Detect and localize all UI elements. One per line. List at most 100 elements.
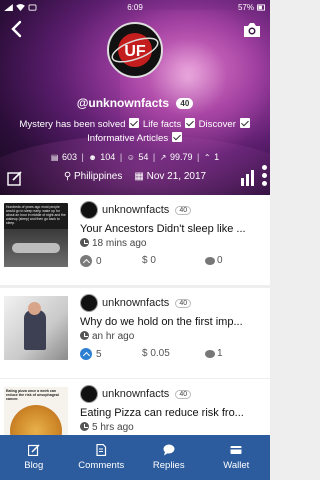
profile-username-row: @unknownfacts 40 (0, 96, 270, 110)
upvote-button[interactable]: 0 (80, 255, 102, 267)
joined-row: ▦ Nov 21, 2017 (134, 171, 206, 182)
post-author-name: unknownfacts (102, 388, 170, 400)
bio-text-1: Mystery has been solved (19, 119, 126, 130)
status-bar: 6:09 57% (0, 0, 270, 14)
checkbox-icon (171, 131, 182, 142)
stat-votes: 1 (214, 152, 220, 162)
man-figure (24, 310, 46, 350)
posts-icon: ▤ (50, 153, 59, 162)
battery-level: 57% (237, 2, 254, 12)
bio-text-4: Informative Articles (87, 132, 169, 144)
stats-chart-button[interactable] (240, 170, 256, 186)
trend-icon: ↗ (159, 153, 167, 162)
pizza-image (10, 405, 62, 435)
stat-posts[interactable]: 603 (62, 152, 77, 162)
stat-followers[interactable]: 54 (138, 152, 148, 162)
following-icon: ☻ (88, 153, 97, 162)
camera-icon (244, 23, 260, 37)
post-author-name: unknownfacts (102, 297, 170, 309)
post-author[interactable]: unknownfacts 40 (102, 204, 192, 216)
thumbnail-caption: Eating pizza once a week can reduce the … (6, 389, 59, 402)
followers-icon: ☺ (126, 153, 135, 162)
location-pin-icon: ⚲ (63, 171, 72, 182)
profile-stats: ▤ 603 | ☻ 104 | ☺ 54 | ↗ 99.79 | ⌃ 1 (50, 152, 220, 162)
uf-logo-icon: UF (111, 33, 159, 67)
clock-icon (80, 422, 89, 431)
upvote-icon: ⌃ (203, 153, 211, 162)
post-title[interactable]: Why do we hold on the first imp... (80, 316, 266, 328)
post-author-avatar[interactable] (80, 385, 98, 403)
checkbox-icon (239, 118, 250, 128)
back-button[interactable] (8, 20, 26, 38)
upvote-icon (80, 348, 92, 360)
upvote-button[interactable]: 5 (80, 348, 102, 360)
comment-count: 0 (217, 255, 223, 266)
post-author[interactable]: unknownfacts 40 (102, 388, 192, 400)
camera-button[interactable] (242, 22, 262, 38)
signal-icon (4, 3, 13, 11)
nav-comments-label: Comments (78, 460, 125, 471)
post-author-name: unknownfacts (102, 204, 170, 216)
thumbnail-caption: Hundreds of years ago most people would … (6, 205, 66, 225)
notification-icon (28, 3, 37, 11)
nav-blog[interactable]: Blog (0, 435, 68, 480)
post-author-level: 40 (175, 390, 192, 399)
post-thumbnail[interactable] (4, 296, 68, 360)
sleeper-figure (12, 243, 60, 253)
stat-voting-power: 99.79 (169, 152, 193, 162)
nav-blog-label: Blog (24, 460, 44, 471)
post-author-avatar[interactable] (80, 201, 98, 219)
nav-replies[interactable]: Replies (135, 435, 203, 480)
post-item[interactable]: unknownfacts 40 Why do we hold on the fi… (0, 288, 270, 378)
post-time-row: an hr ago (80, 331, 134, 342)
nav-wallet[interactable]: Wallet (203, 435, 271, 480)
dot-icon (262, 173, 267, 178)
calendar-icon: ▦ (134, 171, 144, 182)
profile-username: @unknownfacts (76, 96, 170, 110)
profile-avatar[interactable]: UF (107, 22, 163, 78)
post-time-row: 5 hrs ago (80, 422, 134, 433)
comments-button[interactable]: 0 (205, 255, 223, 266)
post-item[interactable]: Hundreds of years ago most people would … (0, 195, 270, 285)
svg-text:UF: UF (124, 43, 146, 60)
post-feed[interactable]: Hundreds of years ago most people would … (0, 195, 270, 435)
profile-location: Philippines (74, 171, 123, 182)
bar-chart-icon (241, 170, 254, 186)
stat-following[interactable]: 104 (100, 152, 115, 162)
post-thumbnail[interactable]: Hundreds of years ago most people would … (4, 203, 68, 267)
post-actions: 0 $ 0 0 (80, 255, 266, 269)
bio-text-3: Discover (198, 119, 236, 130)
post-time-row: 18 mins ago (80, 238, 146, 249)
post-payout: $ 0.05 (142, 348, 170, 359)
profile-meta: ⚲ Philippines ▦ Nov 21, 2017 (0, 171, 270, 182)
checkbox-icon (129, 118, 140, 128)
post-thumbnail[interactable]: Eating pizza once a week can reduce the … (4, 387, 68, 435)
vote-count: 0 (96, 255, 102, 267)
nav-replies-label: Replies (152, 460, 185, 471)
more-options-button[interactable] (262, 165, 267, 186)
post-time: 18 mins ago (92, 238, 147, 249)
battery-icon (257, 3, 265, 11)
back-arrow-icon (11, 20, 22, 38)
profile-joined: Nov 21, 2017 (146, 171, 207, 182)
post-author-avatar[interactable] (80, 294, 98, 312)
post-title[interactable]: Your Ancestors Didn't sleep like ... (80, 223, 266, 235)
post-time: an hr ago (92, 331, 135, 342)
post-actions: 5 $ 0.05 1 (80, 348, 266, 362)
pencil-icon (27, 444, 40, 456)
post-title[interactable]: Eating Pizza can reduce risk fro... (80, 407, 266, 419)
status-time: 6:09 (127, 2, 143, 12)
reputation-badge: 40 (176, 98, 194, 110)
bottom-navigation: Blog Comments Replies Wallet (0, 435, 270, 480)
wallet-icon (230, 446, 242, 454)
man-head (28, 302, 41, 315)
comment-count: 1 (217, 348, 223, 359)
clock-icon (80, 238, 89, 247)
post-item[interactable]: Eating pizza once a week can reduce the … (0, 379, 270, 435)
nav-comments[interactable]: Comments (68, 435, 136, 480)
location-row: ⚲ Philippines (64, 171, 122, 182)
comments-button[interactable]: 1 (205, 348, 223, 359)
post-author[interactable]: unknownfacts 40 (102, 297, 192, 309)
clock-icon (80, 331, 89, 340)
upvote-icon (80, 255, 92, 267)
